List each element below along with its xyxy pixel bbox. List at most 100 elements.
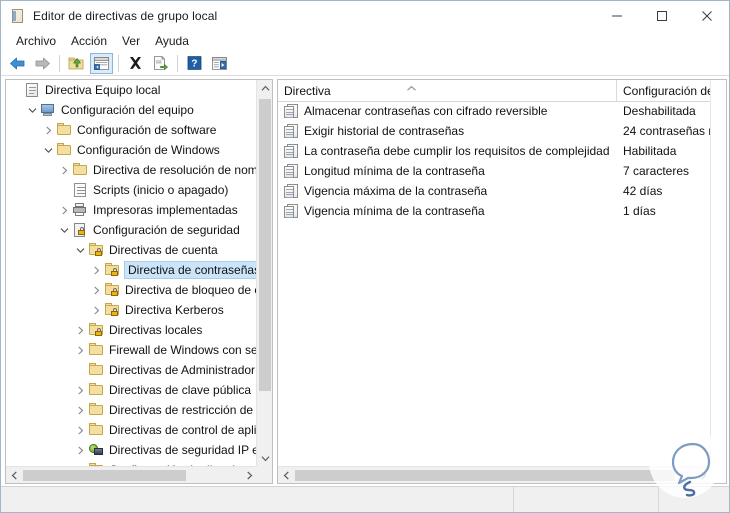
policy-setting-value: 1 días <box>623 204 656 218</box>
chevron-right-icon[interactable] <box>56 202 72 218</box>
chevron-right-icon[interactable] <box>72 402 88 418</box>
up-folder-icon[interactable] <box>65 53 88 74</box>
tree-scroll-thumb[interactable] <box>259 99 271 391</box>
chevron-right-icon[interactable] <box>88 302 104 318</box>
chevron-right-icon[interactable] <box>72 322 88 338</box>
tree-hscroll-thumb[interactable] <box>23 470 186 481</box>
tree-item[interactable]: Directiva Equipo local <box>6 80 257 100</box>
script-icon <box>72 182 89 198</box>
properties-icon[interactable] <box>208 53 231 74</box>
column-header-directiva[interactable]: Directiva <box>278 80 617 101</box>
list-vertical-scrollbar[interactable] <box>710 80 726 467</box>
list-scroll-corner <box>710 466 726 483</box>
scroll-up-icon[interactable] <box>257 80 272 97</box>
menu-accion[interactable]: Acción <box>64 32 115 50</box>
forward-icon[interactable] <box>31 53 54 74</box>
tree-item-label: Firewall de Windows con segu <box>109 343 257 357</box>
list-horizontal-scrollbar[interactable] <box>278 466 711 483</box>
policy-setting-icon <box>284 144 299 159</box>
show-hide-tree-icon[interactable] <box>90 52 113 74</box>
close-button[interactable] <box>684 1 729 30</box>
tree-chevron-spacer <box>8 82 24 98</box>
policy-row[interactable]: La contraseña debe cumplir los requisito… <box>278 142 711 162</box>
tree-item[interactable]: Directiva de bloqueo de cu <box>6 280 257 300</box>
policy-setting-icon <box>284 204 299 219</box>
tree-item[interactable]: Directivas de Administrador de <box>6 360 257 380</box>
policy-name: Vigencia mínima de la contraseña <box>304 204 485 218</box>
policy-setting-icon <box>284 104 299 119</box>
menu-archivo[interactable]: Archivo <box>9 32 64 50</box>
chevron-right-icon[interactable] <box>40 122 56 138</box>
tree-item-label: Scripts (inicio o apagado) <box>93 183 229 197</box>
status-segment-2 <box>514 487 659 512</box>
chevron-right-icon[interactable] <box>72 342 88 358</box>
tree-item-label: Directivas locales <box>109 323 203 337</box>
tree-item[interactable]: Directiva Kerberos <box>6 300 257 320</box>
menu-ayuda[interactable]: Ayuda <box>148 32 197 50</box>
tree-item-label: Directiva de bloqueo de cu <box>125 283 257 297</box>
toolbar-separator <box>59 54 60 72</box>
policy-row[interactable]: Almacenar contraseñas con cifrado revers… <box>278 102 711 122</box>
toolbar: ? <box>1 51 729 76</box>
tree-item[interactable]: Impresoras implementadas <box>6 200 257 220</box>
chevron-right-icon[interactable] <box>72 382 88 398</box>
tree-item[interactable]: Directiva de resolución de nombre <box>6 160 257 180</box>
tree-item[interactable]: Configuración de software <box>6 120 257 140</box>
policy-row[interactable]: Exigir historial de contraseñas 24 contra… <box>278 122 711 142</box>
chevron-down-icon[interactable] <box>40 142 56 158</box>
tree-item-label: Directiva Kerberos <box>125 303 224 317</box>
policy-row[interactable]: Vigencia mínima de la contraseña 1 días <box>278 202 711 222</box>
menu-ver[interactable]: Ver <box>115 32 148 50</box>
tree-item[interactable]: Configuración de seguridad <box>6 220 257 240</box>
tree-item[interactable]: Directivas de restricción de sof <box>6 400 257 420</box>
tree-item[interactable]: Directivas locales <box>6 320 257 340</box>
delete-icon[interactable] <box>124 53 147 74</box>
tree-item-label: Configuración de software <box>77 123 217 137</box>
tree-item[interactable]: Configuración del equipo <box>6 100 257 120</box>
folder-icon <box>88 382 105 398</box>
back-icon[interactable] <box>6 53 29 74</box>
sort-ascending-icon <box>406 81 417 91</box>
export-list-icon[interactable] <box>149 53 172 74</box>
folder-icon <box>56 122 73 138</box>
maximize-button[interactable] <box>639 1 684 30</box>
folder-lock-icon <box>88 242 105 258</box>
policy-list[interactable]: Almacenar contraseñas con cifrado revers… <box>278 102 711 467</box>
tree-item[interactable]: Directivas de control de aplica <box>6 420 257 440</box>
policy-name: La contraseña debe cumplir los requisito… <box>304 144 610 158</box>
chevron-right-icon[interactable] <box>72 422 88 438</box>
chevron-right-icon[interactable] <box>88 282 104 298</box>
chevron-down-icon[interactable] <box>72 242 88 258</box>
scroll-left-icon[interactable] <box>6 467 22 483</box>
chevron-down-icon[interactable] <box>24 102 40 118</box>
chevron-right-icon[interactable] <box>56 162 72 178</box>
tree-item[interactable]: Directiva de contraseñas <box>6 260 257 280</box>
tree-item-label: Directivas de restricción de sof <box>109 403 257 417</box>
chevron-down-icon[interactable] <box>56 222 72 238</box>
folder-icon <box>88 342 105 358</box>
minimize-button[interactable] <box>594 1 639 30</box>
help-icon[interactable]: ? <box>183 53 206 74</box>
tree-item[interactable]: Directivas de clave pública <box>6 380 257 400</box>
policy-row[interactable]: Longitud mínima de la contraseña 7 caract… <box>278 162 711 182</box>
tree-item[interactable]: Scripts (inicio o apagado) <box>6 180 257 200</box>
console-tree[interactable]: Directiva Equipo local Configuración del … <box>6 80 257 467</box>
tree-item[interactable]: Firewall de Windows con segu <box>6 340 257 360</box>
tree-item[interactable]: Directivas de cuenta <box>6 240 257 260</box>
scroll-left-icon[interactable] <box>278 467 294 483</box>
tree-vertical-scrollbar[interactable] <box>256 80 272 467</box>
tree-item[interactable]: Configuración de Windows <box>6 140 257 160</box>
scroll-down-icon[interactable] <box>257 450 272 467</box>
policy-row[interactable]: Vigencia máxima de la contraseña 42 días <box>278 182 711 202</box>
console-document-icon <box>10 8 26 24</box>
policy-name: Almacenar contraseñas con cifrado revers… <box>304 104 548 118</box>
tree-item-label: Impresoras implementadas <box>93 203 238 217</box>
policy-setting-icon <box>284 124 299 139</box>
tree-item[interactable]: Directivas de seguridad IP en E <box>6 440 257 460</box>
chevron-right-icon[interactable] <box>72 442 88 458</box>
chevron-right-icon[interactable] <box>88 262 104 278</box>
scroll-right-icon[interactable] <box>695 467 711 483</box>
tree-horizontal-scrollbar[interactable] <box>6 466 257 483</box>
scroll-right-icon[interactable] <box>241 467 257 483</box>
list-hscroll-thumb[interactable] <box>295 470 675 481</box>
